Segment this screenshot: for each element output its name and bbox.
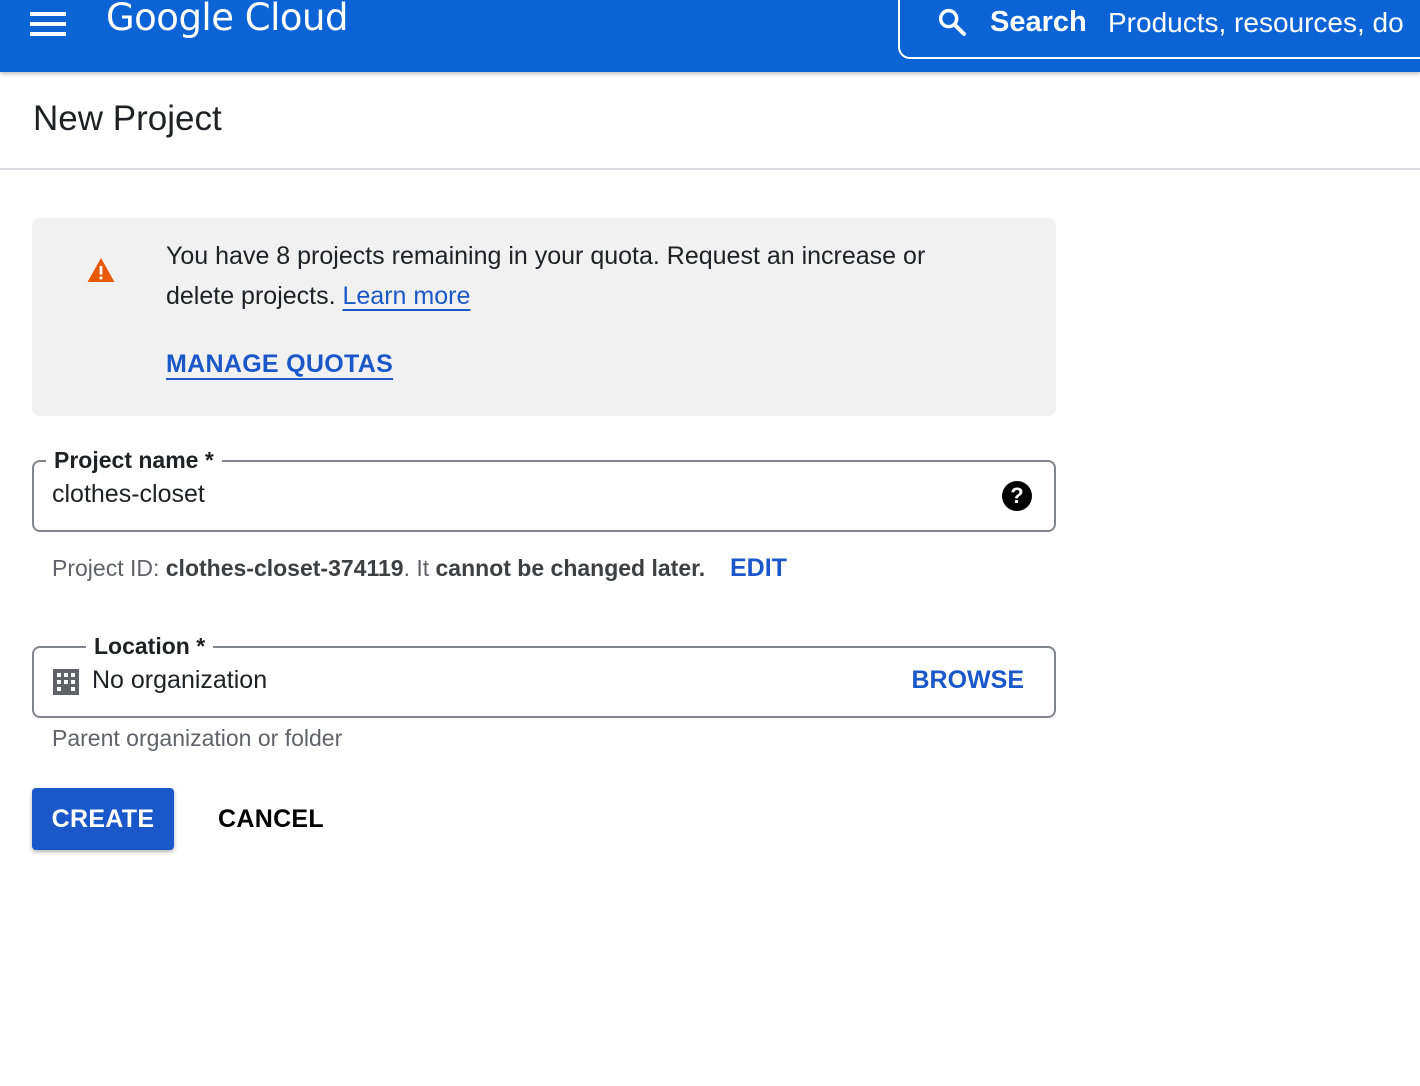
- search-icon: [938, 8, 966, 36]
- google-cloud-logo[interactable]: Google Cloud: [106, 0, 348, 39]
- location-label: Location *: [86, 629, 214, 663]
- project-name-field[interactable]: Project name * clothes-closet ?: [32, 443, 1056, 532]
- project-id-warning: cannot be changed later.: [435, 555, 706, 581]
- warning-icon: [87, 258, 115, 282]
- project-id-info: Project ID: clothes-closet-374119. It ca…: [52, 555, 705, 582]
- project-id-middle: . It: [403, 555, 436, 581]
- top-app-bar: Google Cloud Search Products, resources,…: [0, 0, 1420, 72]
- browse-button[interactable]: BROWSE: [912, 666, 1025, 695]
- page-header: New Project: [0, 72, 1420, 170]
- search-label: Search: [990, 6, 1087, 38]
- building-icon: [53, 669, 79, 695]
- location-hint: Parent organization or folder: [52, 725, 343, 751]
- project-id-value: clothes-closet-374119: [165, 555, 404, 581]
- create-button[interactable]: CREATE: [32, 788, 174, 850]
- help-icon[interactable]: ?: [1002, 481, 1032, 511]
- learn-more-link[interactable]: Learn more: [343, 282, 471, 310]
- cancel-button[interactable]: CANCEL: [205, 788, 337, 850]
- project-id-prefix: Project ID:: [52, 555, 166, 581]
- manage-quotas-link[interactable]: MANAGE QUOTAS: [166, 350, 393, 379]
- location-value: No organization: [92, 666, 268, 694]
- hamburger-menu-icon[interactable]: [30, 12, 66, 38]
- quota-message: You have 8 projects remaining in your qu…: [166, 236, 996, 316]
- search-box[interactable]: Search Products, resources, do: [898, 0, 1420, 59]
- edit-project-id-button[interactable]: EDIT: [730, 554, 787, 583]
- search-input[interactable]: Products, resources, do: [1108, 7, 1404, 39]
- quota-notice: You have 8 projects remaining in your qu…: [32, 218, 1056, 416]
- project-name-input[interactable]: clothes-closet: [52, 480, 205, 509]
- quota-message-text: You have 8 projects remaining in your qu…: [166, 242, 926, 310]
- location-field[interactable]: Location * No organization BROWSE: [32, 629, 1056, 718]
- project-name-label: Project name *: [46, 443, 222, 477]
- page-title: New Project: [33, 99, 222, 138]
